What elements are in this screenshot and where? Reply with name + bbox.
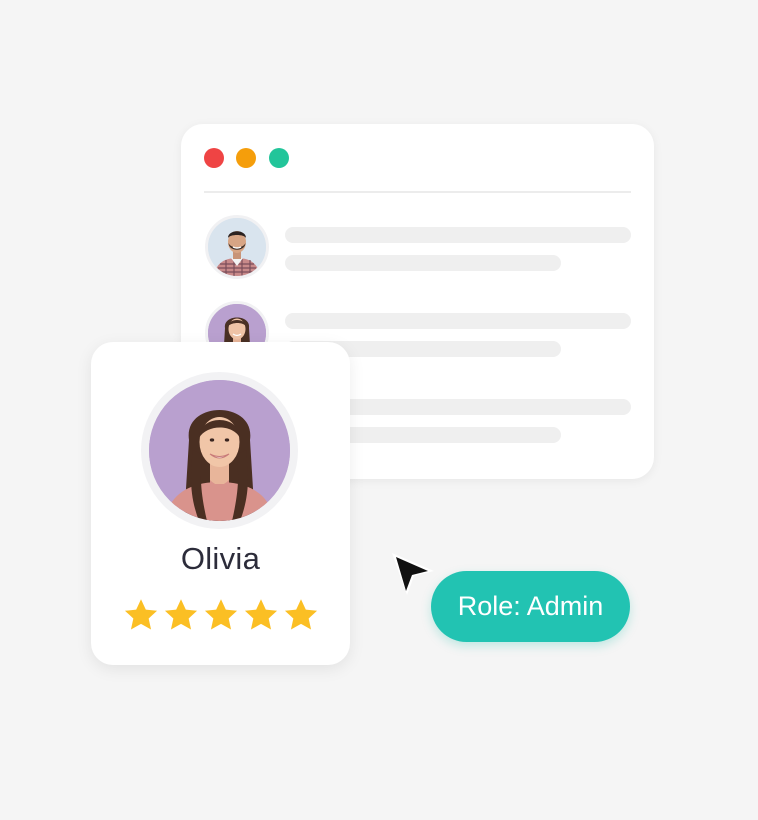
star-icon [204,599,237,630]
user-list-row[interactable] [181,215,654,281]
placeholder-line [285,313,631,329]
titlebar-divider [204,191,631,193]
placeholder-line [285,255,561,271]
star-icon [244,599,277,630]
role-admin-button[interactable]: Role: Admin [431,571,630,642]
star-icon [164,599,197,630]
profile-card[interactable]: Olivia [91,342,350,665]
star-icon [124,599,157,630]
pointer-arrow-icon [392,553,434,595]
minimize-dot-icon[interactable] [236,148,256,168]
profile-name: Olivia [180,541,261,576]
man-portrait-svg [208,218,266,276]
profile-avatar-icon [141,372,298,529]
placeholder-line [285,227,631,243]
star-icon [284,599,317,630]
woman-portrait-svg [149,380,290,521]
man-avatar-icon [205,215,269,279]
maximize-dot-icon[interactable] [269,148,289,168]
close-dot-icon[interactable] [204,148,224,168]
rating-stars [91,597,350,633]
